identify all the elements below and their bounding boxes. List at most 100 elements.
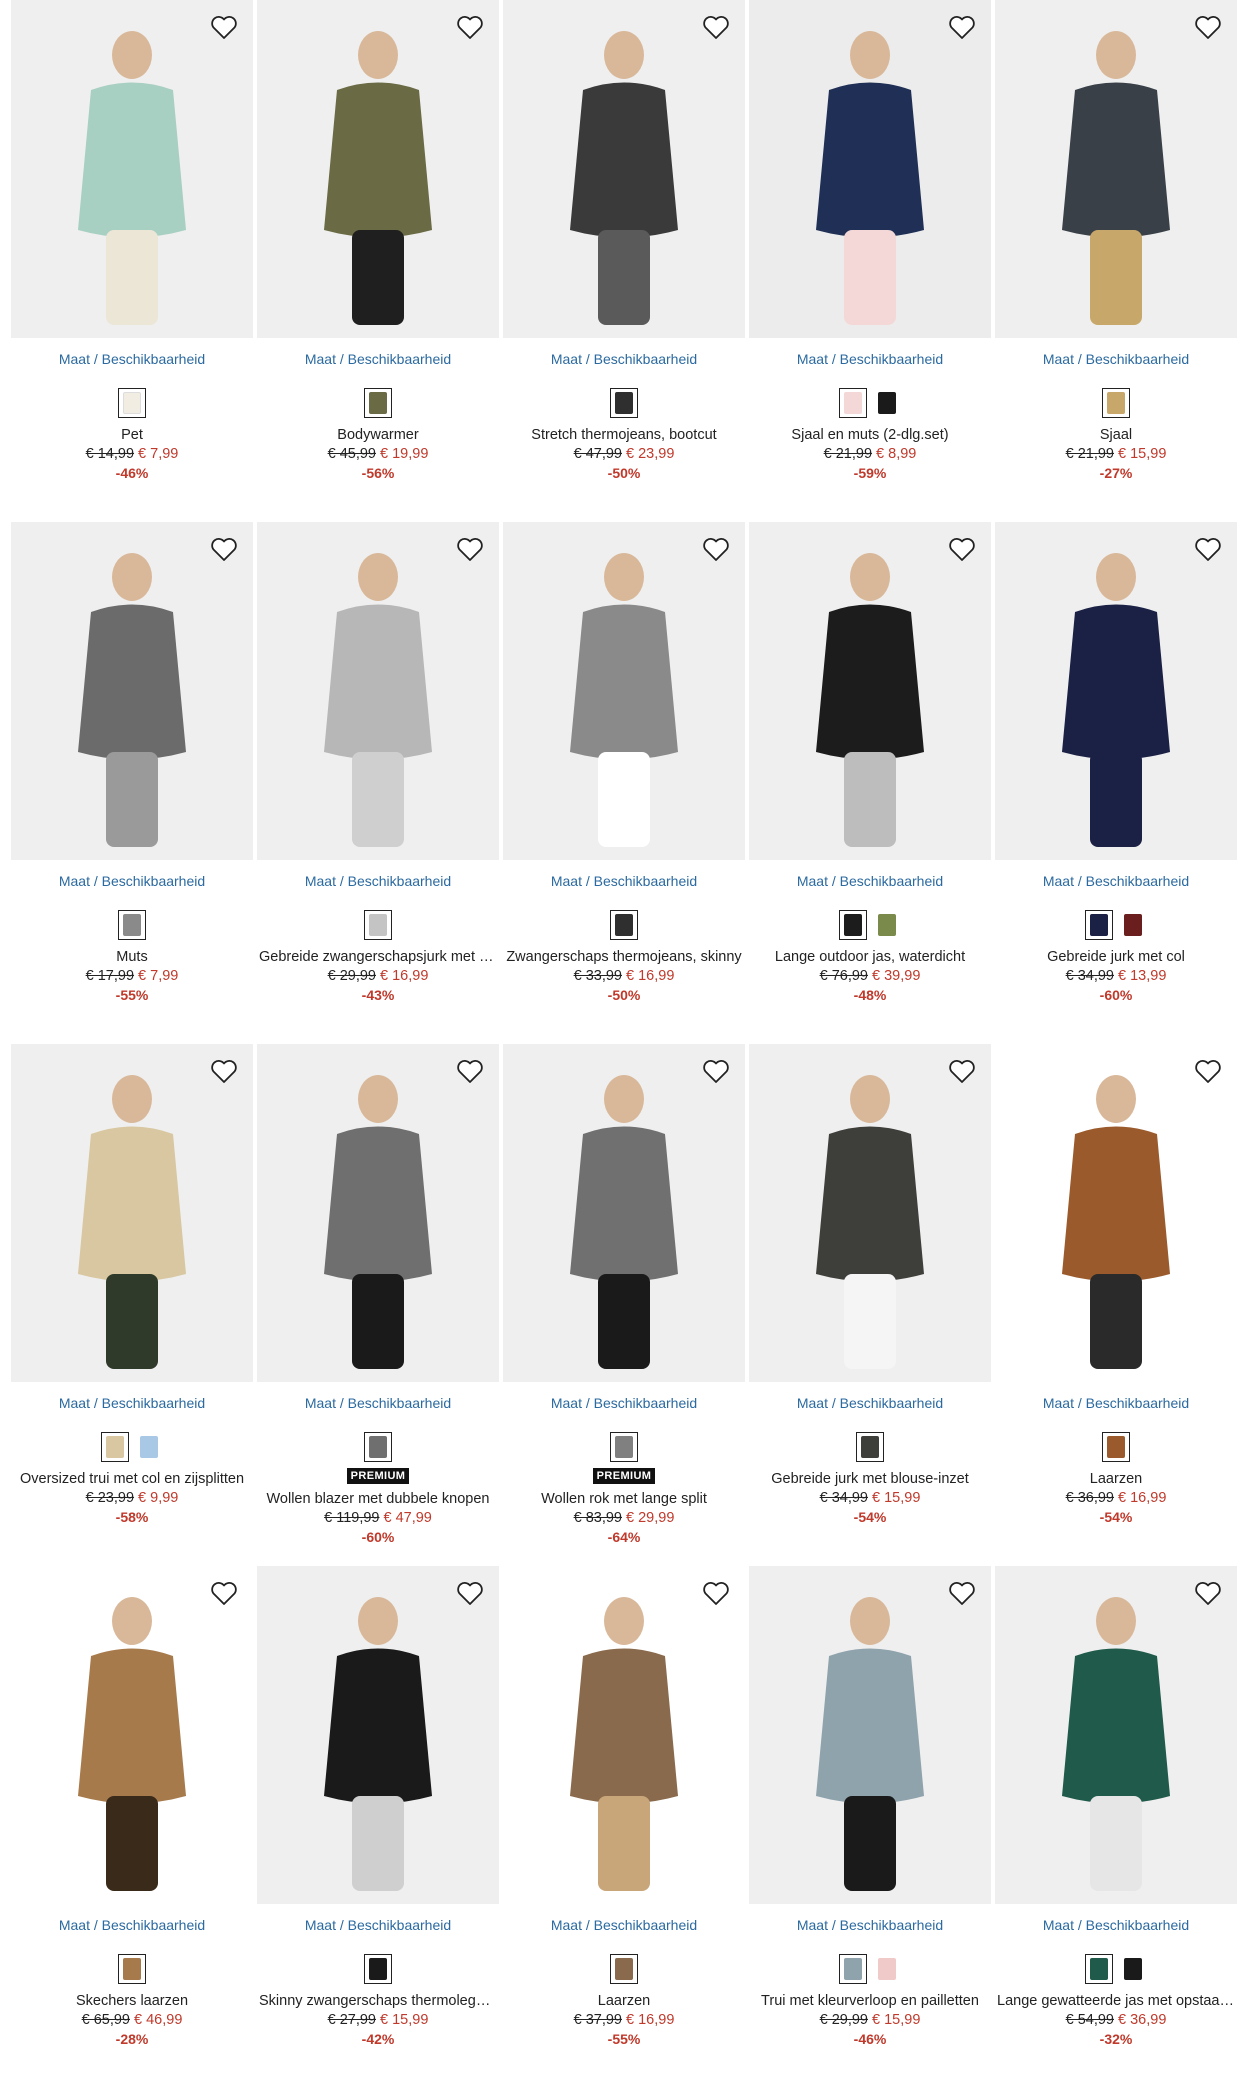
color-swatch[interactable] — [364, 1432, 392, 1462]
wishlist-heart-icon[interactable] — [207, 10, 241, 44]
product-image[interactable] — [503, 522, 745, 860]
product-image[interactable] — [503, 0, 745, 338]
size-availability-link[interactable]: Maat / Beschikbaarheid — [995, 872, 1237, 890]
product-card[interactable]: Maat / Beschikbaarheid Bodywarmer € 45,9… — [257, 0, 499, 522]
size-availability-link[interactable]: Maat / Beschikbaarheid — [749, 872, 991, 890]
product-image[interactable] — [503, 1044, 745, 1382]
product-name[interactable]: Wollen rok met lange split — [503, 1490, 745, 1508]
color-swatch[interactable] — [610, 1954, 638, 1984]
color-swatch[interactable] — [873, 388, 901, 418]
size-availability-link[interactable]: Maat / Beschikbaarheid — [11, 1394, 253, 1412]
color-swatch[interactable] — [364, 388, 392, 418]
wishlist-heart-icon[interactable] — [945, 1576, 979, 1610]
size-availability-link[interactable]: Maat / Beschikbaarheid — [749, 1394, 991, 1412]
product-card[interactable]: Maat / Beschikbaarheid Gebreide jurk met… — [995, 522, 1237, 1044]
color-swatch[interactable] — [839, 388, 867, 418]
size-availability-link[interactable]: Maat / Beschikbaarheid — [503, 1916, 745, 1934]
size-availability-link[interactable]: Maat / Beschikbaarheid — [11, 350, 253, 368]
product-card[interactable]: Maat / Beschikbaarheid Oversized trui me… — [11, 1044, 253, 1566]
color-swatch[interactable] — [610, 910, 638, 940]
size-availability-link[interactable]: Maat / Beschikbaarheid — [995, 1916, 1237, 1934]
wishlist-heart-icon[interactable] — [207, 1576, 241, 1610]
product-name[interactable]: Oversized trui met col en zijsplitten — [11, 1470, 253, 1488]
product-card[interactable]: Maat / Beschikbaarheid Gebreide jurk met… — [749, 1044, 991, 1566]
wishlist-heart-icon[interactable] — [699, 10, 733, 44]
color-swatch[interactable] — [873, 1954, 901, 1984]
wishlist-heart-icon[interactable] — [453, 1576, 487, 1610]
product-name[interactable]: Laarzen — [995, 1470, 1237, 1488]
product-name[interactable]: Gebreide zwangerschapsjurk met kabelpatr… — [257, 948, 499, 966]
color-swatch[interactable] — [856, 1432, 884, 1462]
wishlist-heart-icon[interactable] — [1191, 10, 1225, 44]
product-name[interactable]: Zwangerschaps thermojeans, skinny — [503, 948, 745, 966]
wishlist-heart-icon[interactable] — [945, 532, 979, 566]
product-name[interactable]: Muts — [11, 948, 253, 966]
size-availability-link[interactable]: Maat / Beschikbaarheid — [11, 872, 253, 890]
product-card[interactable]: Maat / Beschikbaarheid PREMIUM Wollen ro… — [503, 1044, 745, 1566]
size-availability-link[interactable]: Maat / Beschikbaarheid — [257, 350, 499, 368]
product-name[interactable]: Skinny zwangerschaps thermoleggings — [257, 1992, 499, 2010]
product-image[interactable] — [995, 522, 1237, 860]
product-name[interactable]: Stretch thermojeans, bootcut — [503, 426, 745, 444]
size-availability-link[interactable]: Maat / Beschikbaarheid — [503, 350, 745, 368]
product-card[interactable]: Maat / Beschikbaarheid Lange outdoor jas… — [749, 522, 991, 1044]
product-card[interactable]: Maat / Beschikbaarheid Zwangerschaps the… — [503, 522, 745, 1044]
product-image[interactable] — [995, 1044, 1237, 1382]
product-name[interactable]: Sjaal en muts (2-dlg.set) — [749, 426, 991, 444]
product-card[interactable]: Maat / Beschikbaarheid PREMIUM Wollen bl… — [257, 1044, 499, 1566]
product-image[interactable] — [257, 0, 499, 338]
product-image[interactable] — [749, 0, 991, 338]
size-availability-link[interactable]: Maat / Beschikbaarheid — [257, 872, 499, 890]
wishlist-heart-icon[interactable] — [699, 1054, 733, 1088]
size-availability-link[interactable]: Maat / Beschikbaarheid — [995, 1394, 1237, 1412]
product-image[interactable] — [749, 1566, 991, 1904]
size-availability-link[interactable]: Maat / Beschikbaarheid — [257, 1916, 499, 1934]
color-swatch[interactable] — [873, 910, 901, 940]
wishlist-heart-icon[interactable] — [453, 10, 487, 44]
color-swatch[interactable] — [1085, 910, 1113, 940]
product-name[interactable]: Gebreide jurk met blouse-inzet — [749, 1470, 991, 1488]
product-card[interactable]: Maat / Beschikbaarheid Trui met kleurver… — [749, 1566, 991, 2088]
product-name[interactable]: Gebreide jurk met col — [995, 948, 1237, 966]
color-swatch[interactable] — [364, 1954, 392, 1984]
product-image[interactable] — [749, 1044, 991, 1382]
size-availability-link[interactable]: Maat / Beschikbaarheid — [11, 1916, 253, 1934]
product-name[interactable]: Lange outdoor jas, waterdicht — [749, 948, 991, 966]
color-swatch[interactable] — [1119, 1954, 1147, 1984]
product-name[interactable]: Pet — [11, 426, 253, 444]
wishlist-heart-icon[interactable] — [699, 1576, 733, 1610]
product-name[interactable]: Trui met kleurverloop en pailletten — [749, 1992, 991, 2010]
size-availability-link[interactable]: Maat / Beschikbaarheid — [749, 350, 991, 368]
color-swatch[interactable] — [610, 388, 638, 418]
product-name[interactable]: Skechers laarzen — [11, 1992, 253, 2010]
color-swatch[interactable] — [118, 1954, 146, 1984]
product-card[interactable]: Maat / Beschikbaarheid Muts € 17,99 € 7,9… — [11, 522, 253, 1044]
size-availability-link[interactable]: Maat / Beschikbaarheid — [503, 872, 745, 890]
wishlist-heart-icon[interactable] — [945, 10, 979, 44]
product-image[interactable] — [257, 522, 499, 860]
color-swatch[interactable] — [610, 1432, 638, 1462]
color-swatch[interactable] — [364, 910, 392, 940]
color-swatch[interactable] — [1102, 1432, 1130, 1462]
wishlist-heart-icon[interactable] — [453, 1054, 487, 1088]
color-swatch[interactable] — [118, 388, 146, 418]
color-swatch[interactable] — [118, 910, 146, 940]
product-image[interactable] — [749, 522, 991, 860]
product-image[interactable] — [11, 1566, 253, 1904]
product-card[interactable]: Maat / Beschikbaarheid Laarzen € 36,99 € … — [995, 1044, 1237, 1566]
product-card[interactable]: Maat / Beschikbaarheid Skinny zwangersch… — [257, 1566, 499, 2088]
product-image[interactable] — [503, 1566, 745, 1904]
size-availability-link[interactable]: Maat / Beschikbaarheid — [503, 1394, 745, 1412]
product-card[interactable]: Maat / Beschikbaarheid Sjaal en muts (2-… — [749, 0, 991, 522]
size-availability-link[interactable]: Maat / Beschikbaarheid — [749, 1916, 991, 1934]
product-image[interactable] — [11, 522, 253, 860]
product-card[interactable]: Maat / Beschikbaarheid Skechers laarzen … — [11, 1566, 253, 2088]
product-card[interactable]: Maat / Beschikbaarheid Laarzen € 37,99 € … — [503, 1566, 745, 2088]
product-name[interactable]: Laarzen — [503, 1992, 745, 2010]
wishlist-heart-icon[interactable] — [1191, 532, 1225, 566]
size-availability-link[interactable]: Maat / Beschikbaarheid — [995, 350, 1237, 368]
wishlist-heart-icon[interactable] — [945, 1054, 979, 1088]
wishlist-heart-icon[interactable] — [453, 532, 487, 566]
product-card[interactable]: Maat / Beschikbaarheid Lange gewatteerde… — [995, 1566, 1237, 2088]
color-swatch[interactable] — [101, 1432, 129, 1462]
